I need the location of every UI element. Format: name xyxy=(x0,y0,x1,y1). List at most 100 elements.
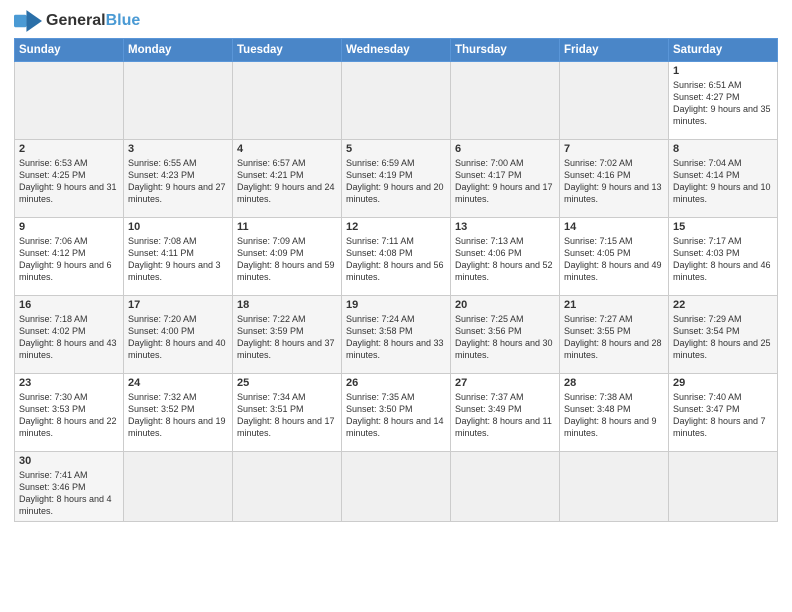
calendar-day-cell: 25 Sunrise: 7:34 AM Sunset: 3:51 PM Dayli… xyxy=(233,374,342,452)
day-info: Sunrise: 7:24 AM Sunset: 3:58 PM Dayligh… xyxy=(346,313,446,362)
calendar-day-cell: 26Sunrise: 7:35 AM Sunset: 3:50 PM Dayli… xyxy=(342,374,451,452)
calendar-day-cell: 8 Sunrise: 7:04 AM Sunset: 4:14 PM Daylig… xyxy=(669,140,778,218)
day-number: 7 xyxy=(564,143,664,155)
logo-text: GeneralBlue xyxy=(46,12,140,30)
calendar-day-cell: 15 Sunrise: 7:17 AM Sunset: 4:03 PM Dayli… xyxy=(669,218,778,296)
day-info: Sunrise: 7:41 AM Sunset: 3:46 PM Dayligh… xyxy=(19,469,119,518)
day-info: Sunrise: 7:25 AM Sunset: 3:56 PM Dayligh… xyxy=(455,313,555,362)
calendar-day-cell xyxy=(124,452,233,522)
calendar-week-row: 9Sunrise: 7:06 AM Sunset: 4:12 PM Daylig… xyxy=(15,218,778,296)
day-number: 10 xyxy=(128,221,228,233)
day-info: Sunrise: 6:51 AM Sunset: 4:27 PM Dayligh… xyxy=(673,79,773,128)
day-info: Sunrise: 7:22 AM Sunset: 3:59 PM Dayligh… xyxy=(237,313,337,362)
day-number: 13 xyxy=(455,221,555,233)
day-info: Sunrise: 7:18 AM Sunset: 4:02 PM Dayligh… xyxy=(19,313,119,362)
calendar-day-cell: 24Sunrise: 7:32 AM Sunset: 3:52 PM Dayli… xyxy=(124,374,233,452)
day-info: Sunrise: 7:11 AM Sunset: 4:08 PM Dayligh… xyxy=(346,235,446,284)
calendar-day-cell: 23 Sunrise: 7:30 AM Sunset: 3:53 PM Dayli… xyxy=(15,374,124,452)
day-info: Sunrise: 6:59 AM Sunset: 4:19 PM Dayligh… xyxy=(346,157,446,206)
calendar-day-cell: 7 Sunrise: 7:02 AM Sunset: 4:16 PM Daylig… xyxy=(560,140,669,218)
calendar-day-cell xyxy=(342,452,451,522)
calendar-week-row: 16Sunrise: 7:18 AM Sunset: 4:02 PM Dayli… xyxy=(15,296,778,374)
day-number: 9 xyxy=(19,221,119,233)
day-info: Sunrise: 7:04 AM Sunset: 4:14 PM Dayligh… xyxy=(673,157,773,206)
col-saturday: Saturday xyxy=(669,39,778,62)
calendar-day-cell: 20 Sunrise: 7:25 AM Sunset: 3:56 PM Dayli… xyxy=(451,296,560,374)
calendar-week-row: 2 Sunrise: 6:53 AM Sunset: 4:25 PM Daylig… xyxy=(15,140,778,218)
day-info: Sunrise: 7:30 AM Sunset: 3:53 PM Dayligh… xyxy=(19,391,119,440)
calendar-day-cell: 29 Sunrise: 7:40 AM Sunset: 3:47 PM Dayli… xyxy=(669,374,778,452)
day-number: 6 xyxy=(455,143,555,155)
calendar-day-cell: 28 Sunrise: 7:38 AM Sunset: 3:48 PM Dayli… xyxy=(560,374,669,452)
calendar-day-cell: 14Sunrise: 7:15 AM Sunset: 4:05 PM Dayli… xyxy=(560,218,669,296)
day-info: Sunrise: 7:40 AM Sunset: 3:47 PM Dayligh… xyxy=(673,391,773,440)
col-sunday: Sunday xyxy=(15,39,124,62)
day-info: Sunrise: 7:15 AM Sunset: 4:05 PM Dayligh… xyxy=(564,235,664,284)
day-number: 21 xyxy=(564,299,664,311)
logo: GeneralBlue xyxy=(14,10,140,32)
day-number: 27 xyxy=(455,377,555,389)
calendar-day-cell: 11Sunrise: 7:09 AM Sunset: 4:09 PM Dayli… xyxy=(233,218,342,296)
calendar-day-cell: 21 Sunrise: 7:27 AM Sunset: 3:55 PM Dayli… xyxy=(560,296,669,374)
day-number: 26 xyxy=(346,377,446,389)
day-number: 30 xyxy=(19,455,119,467)
calendar-day-cell: 3 Sunrise: 6:55 AM Sunset: 4:23 PM Daylig… xyxy=(124,140,233,218)
calendar-week-row: 1 Sunrise: 6:51 AM Sunset: 4:27 PM Daylig… xyxy=(15,62,778,140)
calendar-week-row: 23 Sunrise: 7:30 AM Sunset: 3:53 PM Dayli… xyxy=(15,374,778,452)
calendar-day-cell: 16Sunrise: 7:18 AM Sunset: 4:02 PM Dayli… xyxy=(15,296,124,374)
calendar-day-cell xyxy=(669,452,778,522)
day-number: 20 xyxy=(455,299,555,311)
calendar-day-cell: 30 Sunrise: 7:41 AM Sunset: 3:46 PM Dayli… xyxy=(15,452,124,522)
day-info: Sunrise: 7:27 AM Sunset: 3:55 PM Dayligh… xyxy=(564,313,664,362)
day-info: Sunrise: 7:32 AM Sunset: 3:52 PM Dayligh… xyxy=(128,391,228,440)
day-info: Sunrise: 6:55 AM Sunset: 4:23 PM Dayligh… xyxy=(128,157,228,206)
day-info: Sunrise: 7:02 AM Sunset: 4:16 PM Dayligh… xyxy=(564,157,664,206)
calendar-day-cell: 12Sunrise: 7:11 AM Sunset: 4:08 PM Dayli… xyxy=(342,218,451,296)
day-info: Sunrise: 6:53 AM Sunset: 4:25 PM Dayligh… xyxy=(19,157,119,206)
calendar-day-cell xyxy=(560,62,669,140)
day-info: Sunrise: 7:13 AM Sunset: 4:06 PM Dayligh… xyxy=(455,235,555,284)
day-number: 25 xyxy=(237,377,337,389)
day-number: 23 xyxy=(19,377,119,389)
calendar-day-cell: 1 Sunrise: 6:51 AM Sunset: 4:27 PM Daylig… xyxy=(669,62,778,140)
day-number: 1 xyxy=(673,65,773,77)
day-number: 28 xyxy=(564,377,664,389)
day-number: 4 xyxy=(237,143,337,155)
day-number: 8 xyxy=(673,143,773,155)
col-wednesday: Wednesday xyxy=(342,39,451,62)
day-info: Sunrise: 7:37 AM Sunset: 3:49 PM Dayligh… xyxy=(455,391,555,440)
day-info: Sunrise: 6:57 AM Sunset: 4:21 PM Dayligh… xyxy=(237,157,337,206)
day-number: 19 xyxy=(346,299,446,311)
calendar-week-row: 30 Sunrise: 7:41 AM Sunset: 3:46 PM Dayli… xyxy=(15,452,778,522)
day-number: 17 xyxy=(128,299,228,311)
calendar-day-cell xyxy=(233,62,342,140)
day-info: Sunrise: 7:17 AM Sunset: 4:03 PM Dayligh… xyxy=(673,235,773,284)
calendar-day-cell: 17 Sunrise: 7:20 AM Sunset: 4:00 PM Dayli… xyxy=(124,296,233,374)
day-info: Sunrise: 7:00 AM Sunset: 4:17 PM Dayligh… xyxy=(455,157,555,206)
calendar-day-cell xyxy=(233,452,342,522)
day-number: 15 xyxy=(673,221,773,233)
day-number: 5 xyxy=(346,143,446,155)
logo-icon xyxy=(14,10,42,32)
day-info: Sunrise: 7:08 AM Sunset: 4:11 PM Dayligh… xyxy=(128,235,228,284)
calendar-header-row: Sunday Monday Tuesday Wednesday Thursday… xyxy=(15,39,778,62)
calendar-day-cell: 2 Sunrise: 6:53 AM Sunset: 4:25 PM Daylig… xyxy=(15,140,124,218)
day-number: 29 xyxy=(673,377,773,389)
calendar: Sunday Monday Tuesday Wednesday Thursday… xyxy=(14,38,778,522)
day-info: Sunrise: 7:09 AM Sunset: 4:09 PM Dayligh… xyxy=(237,235,337,284)
day-info: Sunrise: 7:38 AM Sunset: 3:48 PM Dayligh… xyxy=(564,391,664,440)
day-number: 2 xyxy=(19,143,119,155)
page: GeneralBlue Sunday Monday Tuesday Wednes… xyxy=(0,0,792,612)
day-number: 3 xyxy=(128,143,228,155)
calendar-day-cell xyxy=(124,62,233,140)
calendar-day-cell: 5 Sunrise: 6:59 AM Sunset: 4:19 PM Daylig… xyxy=(342,140,451,218)
calendar-day-cell: 22Sunrise: 7:29 AM Sunset: 3:54 PM Dayli… xyxy=(669,296,778,374)
calendar-day-cell xyxy=(560,452,669,522)
calendar-day-cell: 13 Sunrise: 7:13 AM Sunset: 4:06 PM Dayli… xyxy=(451,218,560,296)
calendar-day-cell: 6 Sunrise: 7:00 AM Sunset: 4:17 PM Daylig… xyxy=(451,140,560,218)
day-info: Sunrise: 7:20 AM Sunset: 4:00 PM Dayligh… xyxy=(128,313,228,362)
day-info: Sunrise: 7:34 AM Sunset: 3:51 PM Dayligh… xyxy=(237,391,337,440)
calendar-day-cell: 9Sunrise: 7:06 AM Sunset: 4:12 PM Daylig… xyxy=(15,218,124,296)
calendar-day-cell: 10 Sunrise: 7:08 AM Sunset: 4:11 PM Dayli… xyxy=(124,218,233,296)
col-thursday: Thursday xyxy=(451,39,560,62)
